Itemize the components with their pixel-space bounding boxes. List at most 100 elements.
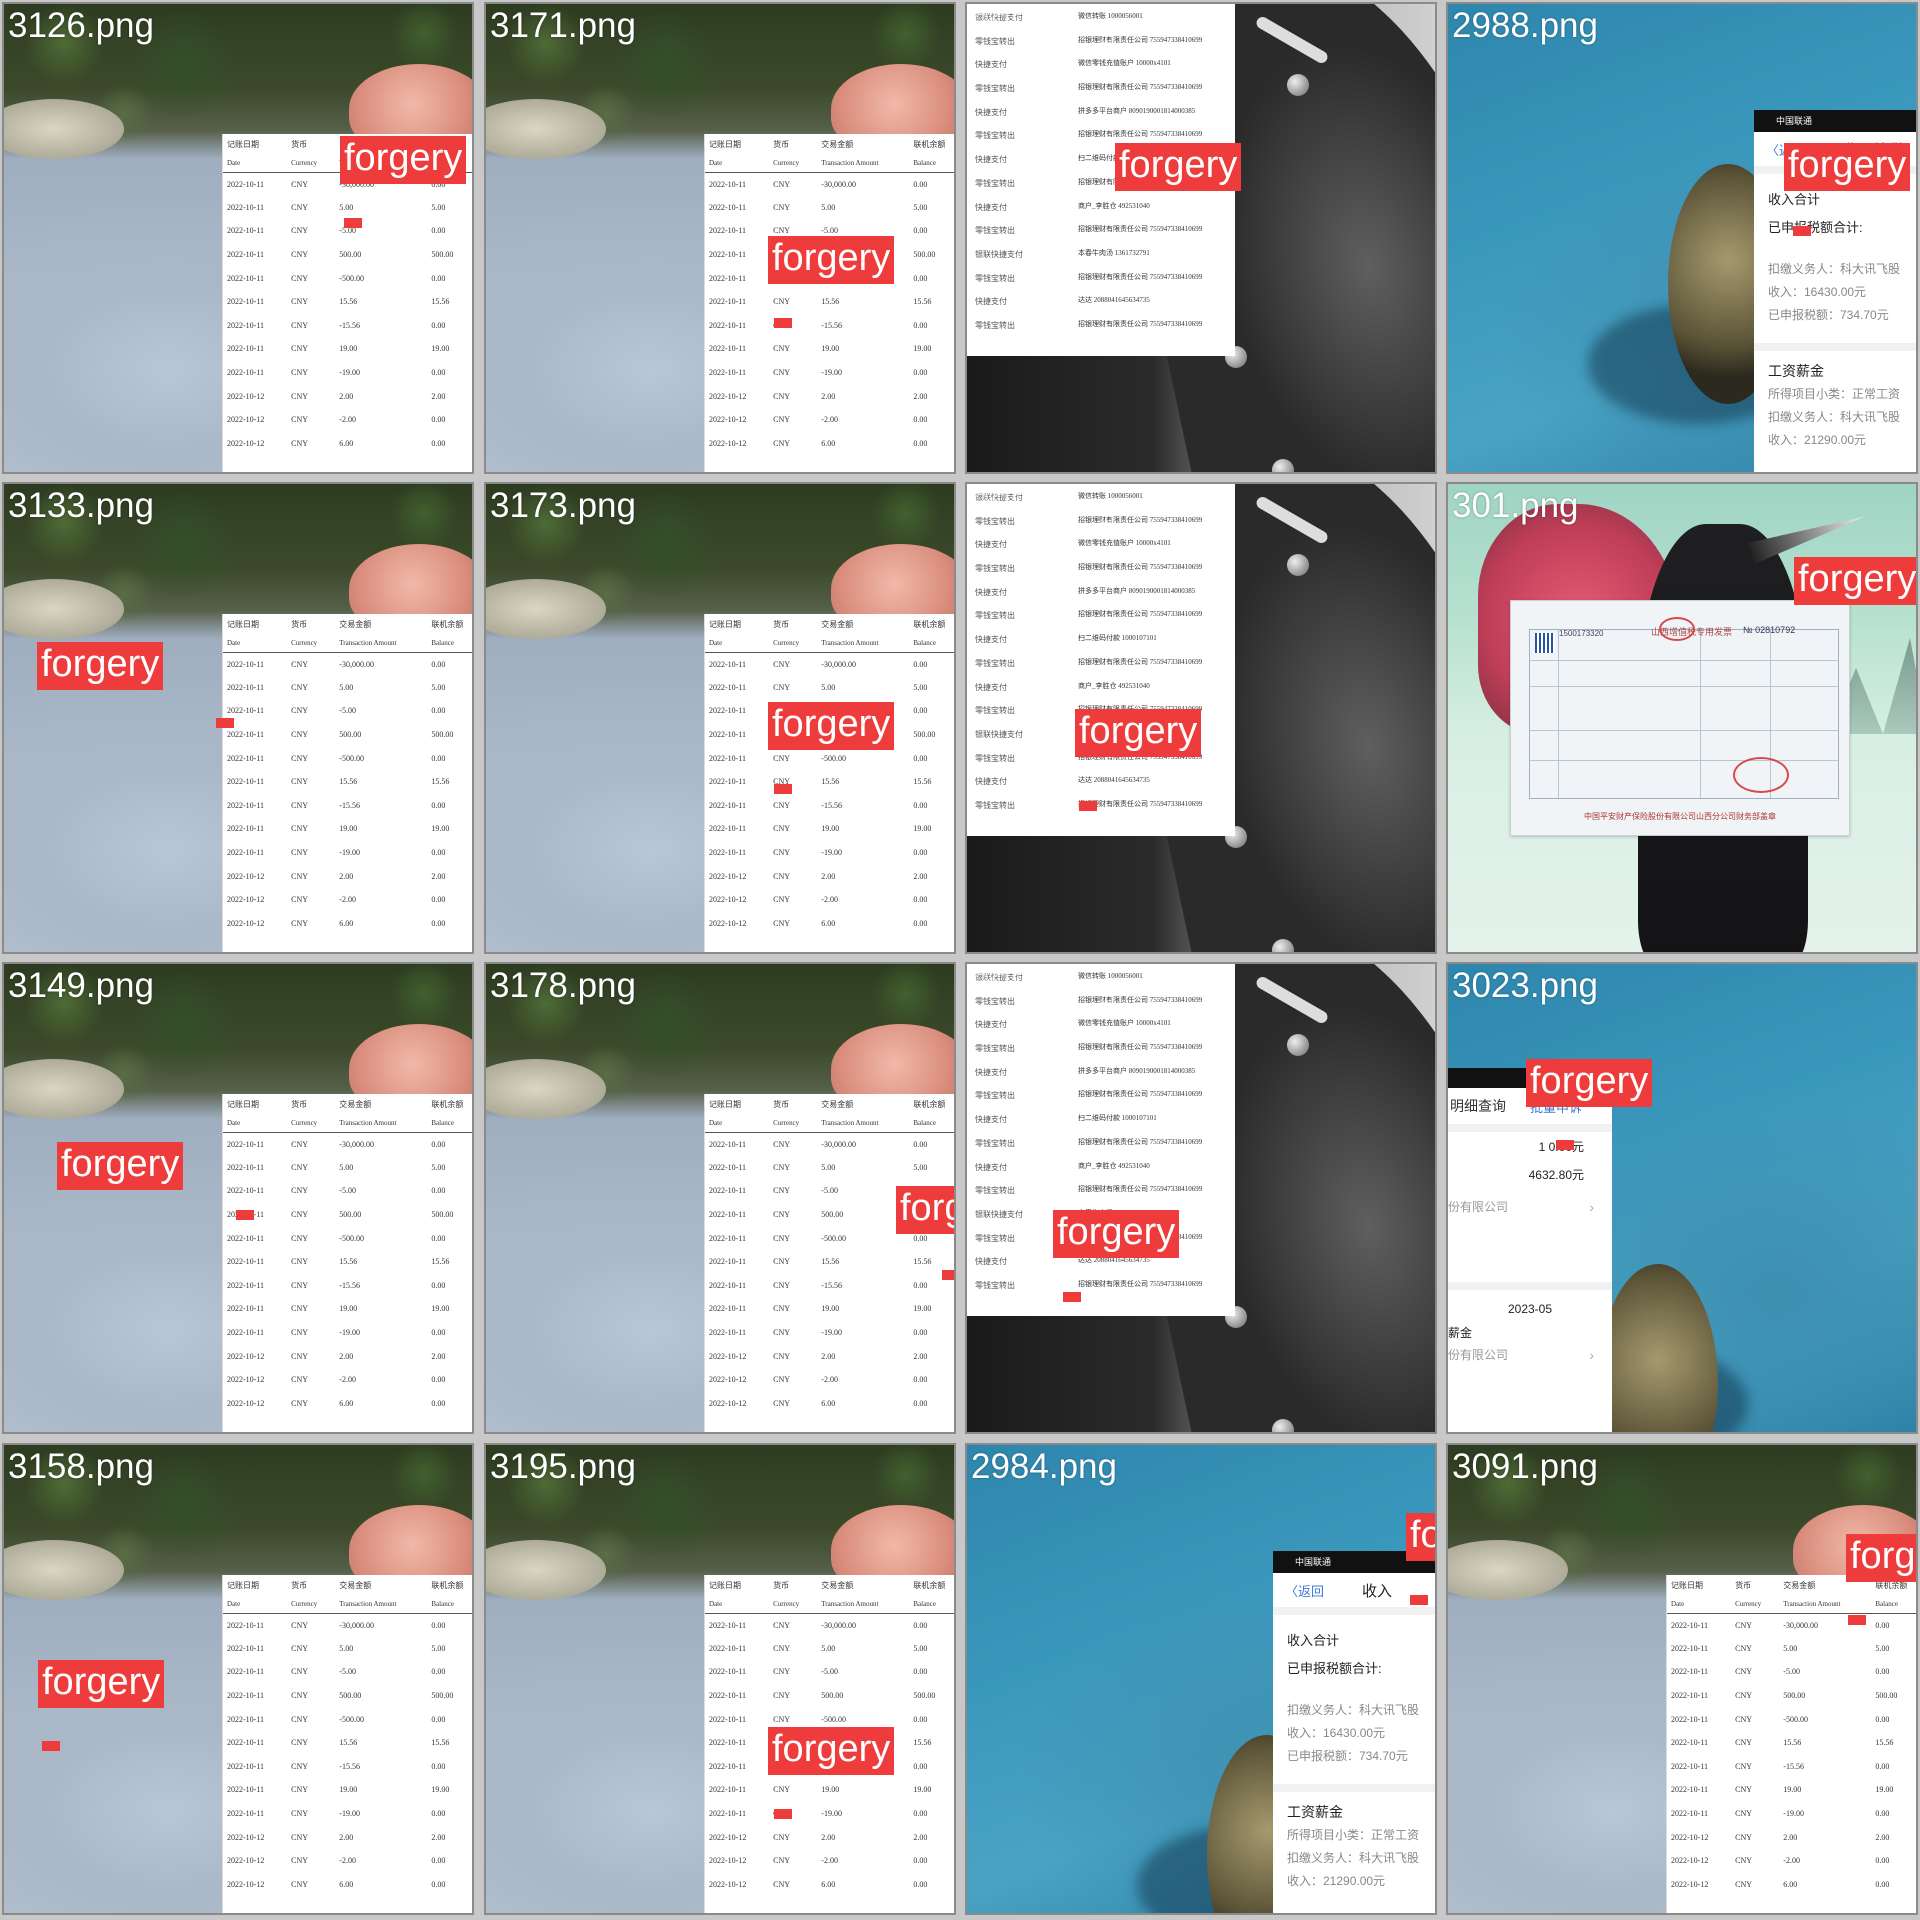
table-row: 2022-10-12 CNY 2.00 2.00 <box>705 1825 954 1849</box>
column-header-cn: 联机余额 <box>913 139 946 149</box>
list-item: 快捷支付 商户_李胜仓 492531040 <box>975 1162 1235 1186</box>
table-row: 2022-10-11 CNY -500.00 0.00 <box>223 746 472 770</box>
table-cell: CNY <box>291 1233 309 1243</box>
table-cell: 2022-10-12 <box>227 1832 265 1842</box>
table-cell: 2022-10-12 <box>227 391 265 401</box>
image-tile[interactable]: 1500173320 山西增值税专用发票 № 02810792 中国平安财产保险股份有… <box>1446 482 1918 954</box>
column-header-cn: 联机余额 <box>913 1099 946 1109</box>
image-tile[interactable]: 记账日期货币交易金额联机余额DateCurrencyTransaction Am… <box>2 962 474 1434</box>
table-cell: 2022-10-11 <box>227 297 265 307</box>
table-cell: 2022-10-11 <box>227 344 265 354</box>
list-item: 快捷支付 拼多多平台商户 8090190001814000385 <box>975 587 1235 611</box>
table-cell: 6.00 <box>821 438 836 448</box>
image-tile[interactable]: 记账日期货币交易金额联机余额DateCurrencyTransaction Am… <box>484 482 956 954</box>
image-tile[interactable]: 中国联通 〈返回 收入 收入合计 已申报税额合计: 扣缴义务人：科大讯飞股 收入：16430… <box>965 1443 1437 1915</box>
table-cell: -2.00 <box>339 415 356 425</box>
image-tile[interactable]: 银联快捷支付 微信转账 1000056001 零钱宝转出 招银理财有限责任公司 755… <box>965 962 1437 1434</box>
table-cell: CNY <box>291 1257 309 1267</box>
table-row: 2022-10-12 CNY -2.00 0.00 <box>223 408 472 432</box>
image-tile[interactable]: 记账日期货币交易金额联机余额DateCurrencyTransaction Am… <box>484 2 956 474</box>
table-cell: 2.00 <box>339 1351 354 1361</box>
table-row: 2022-10-11 CNY 19.00 19.00 <box>223 817 472 841</box>
table-cell: CNY <box>291 1139 309 1149</box>
table-cell: 2022-10-11 <box>709 1785 747 1795</box>
company-text: 份有限公司 › <box>1448 1344 1612 1366</box>
column-header-cn: 记账日期 <box>709 1099 741 1109</box>
table-cell: 0.00 <box>913 368 928 378</box>
table-cell: 0.00 <box>1875 1856 1890 1866</box>
image-tile[interactable]: 记账日期货币交易金额联机余额DateCurrencyTransaction Am… <box>484 962 956 1434</box>
image-tile[interactable]: 银联快捷支付 微信转账 1000056001 零钱宝转出 招银理财有限责任公司 755… <box>965 482 1437 954</box>
table-row: 2022-10-12 CNY 2.00 2.00 <box>223 384 472 408</box>
table-cell: 2022-10-11 <box>227 1667 265 1677</box>
table-cell: -15.56 <box>339 1280 360 1290</box>
column-header-cn: 联机余额 <box>431 1099 464 1109</box>
table-cell: 6.00 <box>339 1879 354 1889</box>
mask-marker <box>236 1210 254 1220</box>
back-button[interactable]: 〈返回 <box>1285 1581 1324 1600</box>
column-header-en: Currency <box>287 634 336 653</box>
table-cell: 2022-10-11 <box>709 179 747 189</box>
table-cell: CNY <box>773 1351 791 1361</box>
column-header-cn: 记账日期 <box>709 139 741 149</box>
table-cell: 500.00 <box>821 1691 844 1701</box>
table-cell: 19.00 <box>339 1304 358 1314</box>
table-cell: CNY <box>291 918 309 928</box>
table-cell: 0.00 <box>913 1856 928 1866</box>
table-cell: 500.00 <box>339 1691 362 1701</box>
mask-marker <box>216 718 234 728</box>
table-cell: 5.00 <box>913 1643 928 1653</box>
image-tile[interactable]: 1:28明细查询批量申诉1 0.00元4632.80元份有限公司›2023-05… <box>1446 962 1918 1434</box>
table-cell: -2.00 <box>339 1856 356 1866</box>
table-cell: 2022-10-11 <box>1671 1620 1709 1630</box>
file-name: 3171.png <box>490 6 636 45</box>
table-cell: 2022-10-11 <box>227 1761 265 1771</box>
chevron-right-icon[interactable]: › <box>1589 1196 1594 1218</box>
forgery-label: forgery <box>1115 143 1242 191</box>
column-header-en: Currency <box>769 1114 818 1133</box>
payment-type: 零钱宝转出 <box>975 658 1015 668</box>
payee: 商户_李胜仓 492531040 <box>1078 1161 1150 1170</box>
column-header-cn: 货币 <box>291 1580 308 1590</box>
table-cell: 19.00 <box>913 824 932 834</box>
table-cell: -19.00 <box>339 848 360 858</box>
table-cell: 2022-10-12 <box>709 895 747 905</box>
table-row: 2022-10-11 CNY -30,000.00 0.00 <box>705 1132 954 1156</box>
table-row: 2022-10-11 CNY 500.00 500.00 <box>223 1684 472 1708</box>
table-cell: CNY <box>773 1832 791 1842</box>
forgery-label: forgery <box>1053 1210 1180 1258</box>
image-tile[interactable]: 记账日期货币交易金额联机余额DateCurrencyTransaction Am… <box>2 2 474 474</box>
table-cell: -30,000.00 <box>821 659 856 669</box>
table-cell: 0.00 <box>431 1856 446 1866</box>
table-row: 2022-10-11 CNY -15.56 0.00 <box>705 794 954 818</box>
table-cell: 0.00 <box>431 368 446 378</box>
payee: 招银理财有限责任公司 755947338410699 <box>1078 1043 1203 1052</box>
table-cell: -30,000.00 <box>821 1139 856 1149</box>
payee: 拼多多平台商户 8090190001814000385 <box>1078 106 1196 115</box>
table-cell: 2022-10-11 <box>709 706 747 716</box>
withholder-text: 扣缴义务人：科大讯飞股 <box>1287 1703 1420 1717</box>
table-row: 2022-10-11 CNY -30,000.00 0.00 <box>223 1613 472 1637</box>
table-cell: CNY <box>291 1162 309 1172</box>
table-cell: CNY <box>291 1304 309 1314</box>
image-tile[interactable]: 记账日期货币交易金额联机余额DateCurrencyTransaction Am… <box>1446 1443 1918 1915</box>
table-cell: 5.00 <box>339 202 354 212</box>
image-tile[interactable]: 银联快捷支付 微信转账 1000056001 零钱宝转出 招银理财有限责任公司 755… <box>965 2 1437 474</box>
page-title: 明细查询 <box>1450 1098 1506 1114</box>
table-cell: 2.00 <box>339 871 354 881</box>
bank-statement: 记账日期货币交易金额联机余额DateCurrencyTransaction Am… <box>1666 1575 1916 1913</box>
chevron-right-icon[interactable]: › <box>1589 1344 1594 1366</box>
table-cell: 0.00 <box>913 415 928 425</box>
tax-app-screen: 中国联通 〈返回 收入 收入合计 已申报税额合计: 扣缴义务人：科大讯飞股 收入：16430… <box>1273 1551 1435 1913</box>
table-cell: 15.56 <box>339 1738 358 1748</box>
image-tile[interactable]: 中国联通〈返回收入纳税收入合计已申报税额合计:扣缴义务人：科大讯飞股收入：164… <box>1446 2 1918 474</box>
column-header-en: Balance <box>909 634 954 653</box>
payment-type: 快捷支付 <box>975 297 1007 307</box>
image-tile[interactable]: 记账日期货币交易金额联机余额DateCurrencyTransaction Am… <box>484 1443 956 1915</box>
qr-code <box>1535 633 1555 653</box>
payment-type: 零钱宝转出 <box>975 178 1015 188</box>
image-tile[interactable]: 记账日期货币交易金额联机余额DateCurrencyTransaction Am… <box>2 482 474 954</box>
file-name: 3178.png <box>490 966 636 1005</box>
table-row: 2022-10-11 CNY -15.56 0.00 <box>223 794 472 818</box>
image-tile[interactable]: 记账日期货币交易金额联机余额DateCurrencyTransaction Am… <box>2 1443 474 1915</box>
